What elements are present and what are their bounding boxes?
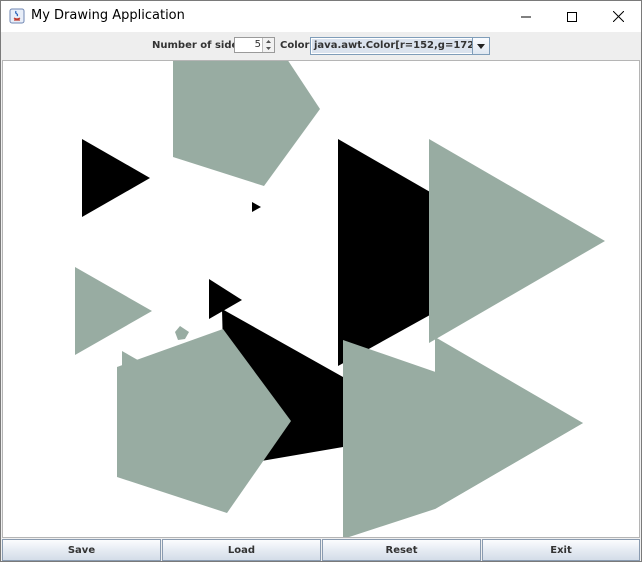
bottom-button-bar: Save Load Reset Exit [1, 539, 641, 561]
close-button[interactable] [595, 1, 641, 32]
maximize-icon [567, 11, 577, 22]
color-selected-value[interactable]: java.awt.Color[r=152,g=172,b=162] [312, 39, 472, 53]
shapes-layer [75, 61, 605, 537]
load-button[interactable]: Load [162, 539, 321, 561]
reset-button[interactable]: Reset [322, 539, 481, 561]
chevron-down-icon [477, 43, 485, 49]
title-bar: My Drawing Application [1, 1, 641, 32]
minimize-button[interactable] [503, 1, 549, 32]
maximize-button[interactable] [549, 1, 595, 32]
color-label: Color: [280, 40, 314, 51]
gray-pentagon-shape [175, 326, 189, 340]
black-triangle-shape [82, 139, 150, 217]
window-title: My Drawing Application [31, 8, 185, 23]
app-window: My Drawing Application Number of sides: … [0, 0, 642, 562]
dropdown-arrow-button[interactable] [472, 38, 489, 54]
gray-triangle-shape [75, 267, 152, 355]
sides-value[interactable]: 5 [255, 39, 261, 50]
exit-button[interactable]: Exit [482, 539, 640, 561]
sides-spinner[interactable]: 5 [234, 37, 275, 53]
save-button[interactable]: Save [2, 539, 161, 561]
gray-triangle-shape [435, 337, 583, 509]
toolbar: Number of sides: 5 Color: java.awt.Color… [1, 32, 641, 60]
arrow-up-icon [266, 40, 271, 43]
gray-triangle-shape [429, 139, 605, 343]
color-dropdown[interactable]: java.awt.Color[r=152,g=172,b=162] [310, 37, 490, 55]
black-triangle-shape [252, 202, 261, 212]
spinner-down-button[interactable] [262, 45, 274, 52]
gray-pentagon-shape [173, 61, 320, 186]
minimize-icon [521, 16, 531, 17]
java-app-icon [9, 8, 25, 24]
arrow-down-icon [266, 47, 271, 50]
drawing-canvas[interactable] [2, 60, 640, 538]
close-icon [612, 11, 624, 22]
